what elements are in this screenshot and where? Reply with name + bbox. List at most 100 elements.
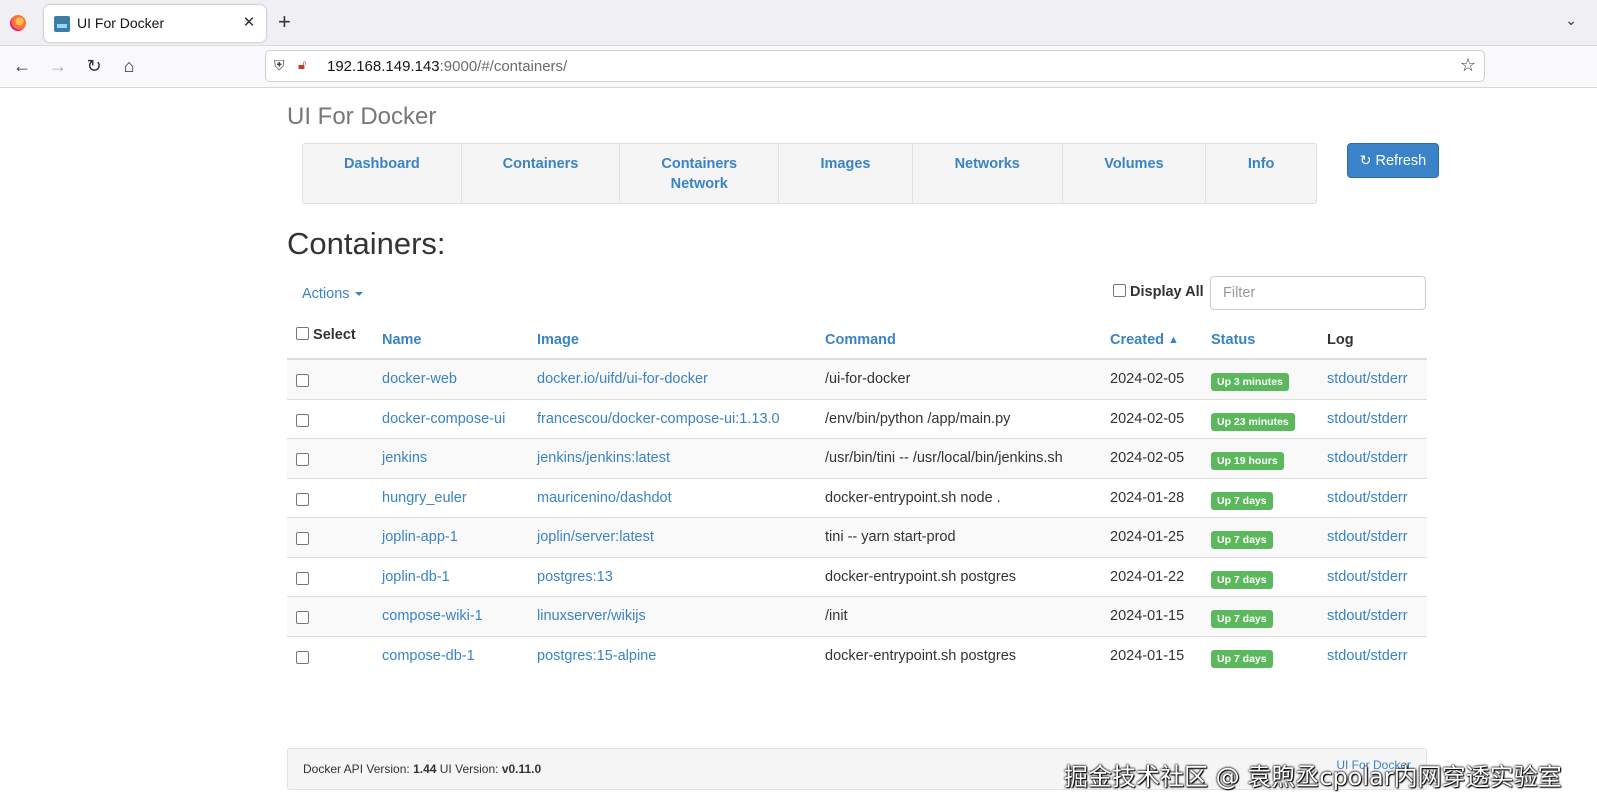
row-select-checkbox[interactable] bbox=[296, 650, 309, 664]
container-name-link[interactable]: joplin-app-1 bbox=[382, 529, 458, 545]
container-name-link[interactable]: docker-compose-ui bbox=[382, 411, 505, 427]
home-icon[interactable]: ⌂ bbox=[118, 55, 140, 77]
log-link[interactable]: stdout/stderr bbox=[1327, 371, 1408, 387]
new-tab-button[interactable]: + bbox=[278, 9, 291, 35]
tracking-shield-icon[interactable]: ⛨ bbox=[274, 57, 285, 74]
container-created: 2024-01-15 bbox=[1110, 608, 1185, 624]
table-row: docker-compose-ui francescou/docker-compo… bbox=[287, 400, 1427, 439]
filter-input[interactable] bbox=[1210, 276, 1426, 310]
table-row: hungry_euler mauricenino/dashdot docker-en… bbox=[287, 479, 1427, 518]
container-created: 2024-02-05 bbox=[1110, 410, 1185, 427]
actions-dropdown[interactable]: Actions bbox=[302, 286, 363, 302]
table-header: Select Name Image Command Created ▲ Stat… bbox=[287, 320, 1427, 360]
container-image-link[interactable]: docker.io/uifd/ui-for-docker bbox=[537, 371, 708, 387]
row-select-checkbox[interactable] bbox=[296, 571, 309, 585]
api-version-label: Docker API Version: bbox=[303, 762, 410, 776]
command-column-header[interactable]: Command bbox=[825, 332, 896, 348]
container-name-link[interactable]: docker-web bbox=[382, 371, 457, 387]
bookmark-star-icon[interactable]: ☆ bbox=[1460, 55, 1476, 76]
image-column-header[interactable]: Image bbox=[537, 332, 579, 348]
table-row: jenkins jenkins/jenkins:latest/usr/bin/ti… bbox=[287, 439, 1427, 479]
app-brand[interactable]: UI For Docker bbox=[287, 103, 436, 131]
status-badge: Up 7 days bbox=[1211, 531, 1273, 549]
status-column-header[interactable]: Status bbox=[1211, 332, 1255, 348]
container-command: tini -- yarn start-prod bbox=[825, 529, 956, 545]
log-link[interactable]: stdout/stderr bbox=[1327, 529, 1408, 545]
nav-dashboard[interactable]: Dashboard bbox=[303, 144, 462, 203]
display-all-toggle[interactable]: Display All bbox=[1113, 284, 1204, 300]
nav-info[interactable]: Info bbox=[1206, 144, 1316, 203]
name-column-header[interactable]: Name bbox=[382, 332, 422, 348]
ui-version-label: UI Version: bbox=[439, 762, 499, 776]
status-badge: Up 7 days bbox=[1211, 649, 1273, 668]
container-command: /init bbox=[825, 608, 848, 624]
row-select-checkbox[interactable] bbox=[296, 492, 309, 506]
display-all-checkbox[interactable] bbox=[1113, 284, 1126, 297]
nav-containers[interactable]: Containers bbox=[462, 144, 621, 203]
close-tab-icon[interactable]: ✕ bbox=[240, 13, 258, 31]
url-text[interactable]: 192.168.149.143:9000/#/containers/ bbox=[327, 58, 567, 75]
container-command: /ui-for-docker bbox=[825, 371, 911, 387]
version-info: Docker API Version: 1.44 UI Version: v0.… bbox=[303, 762, 541, 776]
row-select-checkbox[interactable] bbox=[296, 374, 309, 387]
actions-label: Actions bbox=[302, 286, 350, 302]
refresh-button[interactable]: ↻ Refresh bbox=[1347, 143, 1439, 178]
address-bar[interactable]: ⛨ 🔓︎ 192.168.149.143:9000/#/containers/ … bbox=[265, 50, 1485, 82]
log-link[interactable]: stdout/stderr bbox=[1327, 569, 1408, 585]
tab-list-chevron-icon[interactable]: ⌄ bbox=[1565, 12, 1577, 29]
nav-networks[interactable]: Networks bbox=[913, 144, 1063, 203]
log-link[interactable]: stdout/stderr bbox=[1327, 608, 1408, 624]
container-image-link[interactable]: postgres:13 bbox=[537, 569, 613, 585]
container-name-link[interactable]: jenkins bbox=[382, 450, 427, 466]
nav-volumes[interactable]: Volumes bbox=[1063, 144, 1207, 203]
url-host: 192.168.149.143 bbox=[327, 58, 440, 75]
ui-version-value: v0.11.0 bbox=[501, 762, 542, 776]
insecure-lock-icon[interactable]: 🔓︎ bbox=[298, 57, 306, 73]
container-name-link[interactable]: hungry_euler bbox=[382, 490, 467, 506]
reload-icon[interactable]: ↻ bbox=[83, 55, 105, 77]
nav-containers-network[interactable]: Containers Network bbox=[620, 144, 780, 203]
browser-tab[interactable]: UI For Docker ✕ bbox=[44, 5, 266, 42]
status-badge: Up 7 days bbox=[1211, 610, 1273, 628]
container-image-link[interactable]: mauricenino/dashdot bbox=[537, 490, 672, 506]
display-all-label: Display All bbox=[1130, 284, 1204, 300]
tab-title: UI For Docker bbox=[77, 15, 165, 31]
select-all-checkbox[interactable] bbox=[296, 327, 309, 340]
log-link[interactable]: stdout/stderr bbox=[1327, 411, 1408, 427]
row-select-checkbox[interactable] bbox=[296, 453, 309, 466]
forward-arrow-icon[interactable]: → bbox=[47, 55, 69, 77]
container-image-link[interactable]: postgres:15-alpine bbox=[537, 648, 656, 664]
log-link[interactable]: stdout/stderr bbox=[1327, 648, 1408, 664]
container-command: docker-entrypoint.sh postgres bbox=[825, 647, 1017, 664]
created-column-header[interactable]: Created ▲ bbox=[1110, 332, 1179, 348]
container-created: 2024-02-05 bbox=[1110, 371, 1185, 387]
log-link[interactable]: stdout/stderr bbox=[1327, 450, 1408, 466]
log-link[interactable]: stdout/stderr bbox=[1327, 490, 1408, 506]
browser-tab-strip: UI For Docker ✕ + ⌄ bbox=[0, 0, 1597, 46]
table-body: docker-web docker.io/uifd/ui-for-docker/u… bbox=[287, 360, 1427, 676]
container-name-link[interactable]: compose-db-1 bbox=[382, 648, 475, 664]
main-nav: Dashboard Containers Containers Network … bbox=[302, 143, 1317, 204]
container-created: 2024-01-25 bbox=[1110, 529, 1185, 545]
row-select-checkbox[interactable] bbox=[296, 532, 309, 545]
row-select-checkbox[interactable] bbox=[296, 611, 309, 624]
row-select-checkbox[interactable] bbox=[296, 413, 309, 427]
container-command: /usr/bin/tini -- /usr/local/bin/jenkins.… bbox=[825, 450, 1063, 466]
nav-images[interactable]: Images bbox=[779, 144, 913, 203]
select-all-header[interactable]: Select bbox=[296, 327, 356, 343]
docker-favicon-icon bbox=[54, 16, 70, 32]
container-name-link[interactable]: compose-wiki-1 bbox=[382, 608, 483, 624]
container-image-link[interactable]: francescou/docker-compose-ui:1.13.0 bbox=[537, 411, 780, 427]
url-path: :9000/#/containers/ bbox=[439, 58, 568, 75]
firefox-icon[interactable] bbox=[10, 15, 26, 31]
watermark-text: 掘金技术社区 @ 袁煦丞cpolar内网穿透实验室 bbox=[1064, 763, 1562, 791]
container-image-link[interactable]: jenkins/jenkins:latest bbox=[537, 450, 670, 466]
created-header-label: Created bbox=[1110, 332, 1164, 348]
table-row: joplin-db-1 postgres:13 docker-entrypoint.… bbox=[287, 558, 1427, 597]
back-arrow-icon[interactable]: ← bbox=[11, 55, 33, 77]
container-image-link[interactable]: linuxserver/wikijs bbox=[537, 608, 646, 624]
container-command: docker-entrypoint.sh node . bbox=[825, 489, 1001, 506]
container-name-link[interactable]: joplin-db-1 bbox=[382, 569, 450, 585]
container-image-link[interactable]: joplin/server:latest bbox=[537, 529, 654, 545]
status-badge: Up 7 days bbox=[1211, 570, 1273, 589]
